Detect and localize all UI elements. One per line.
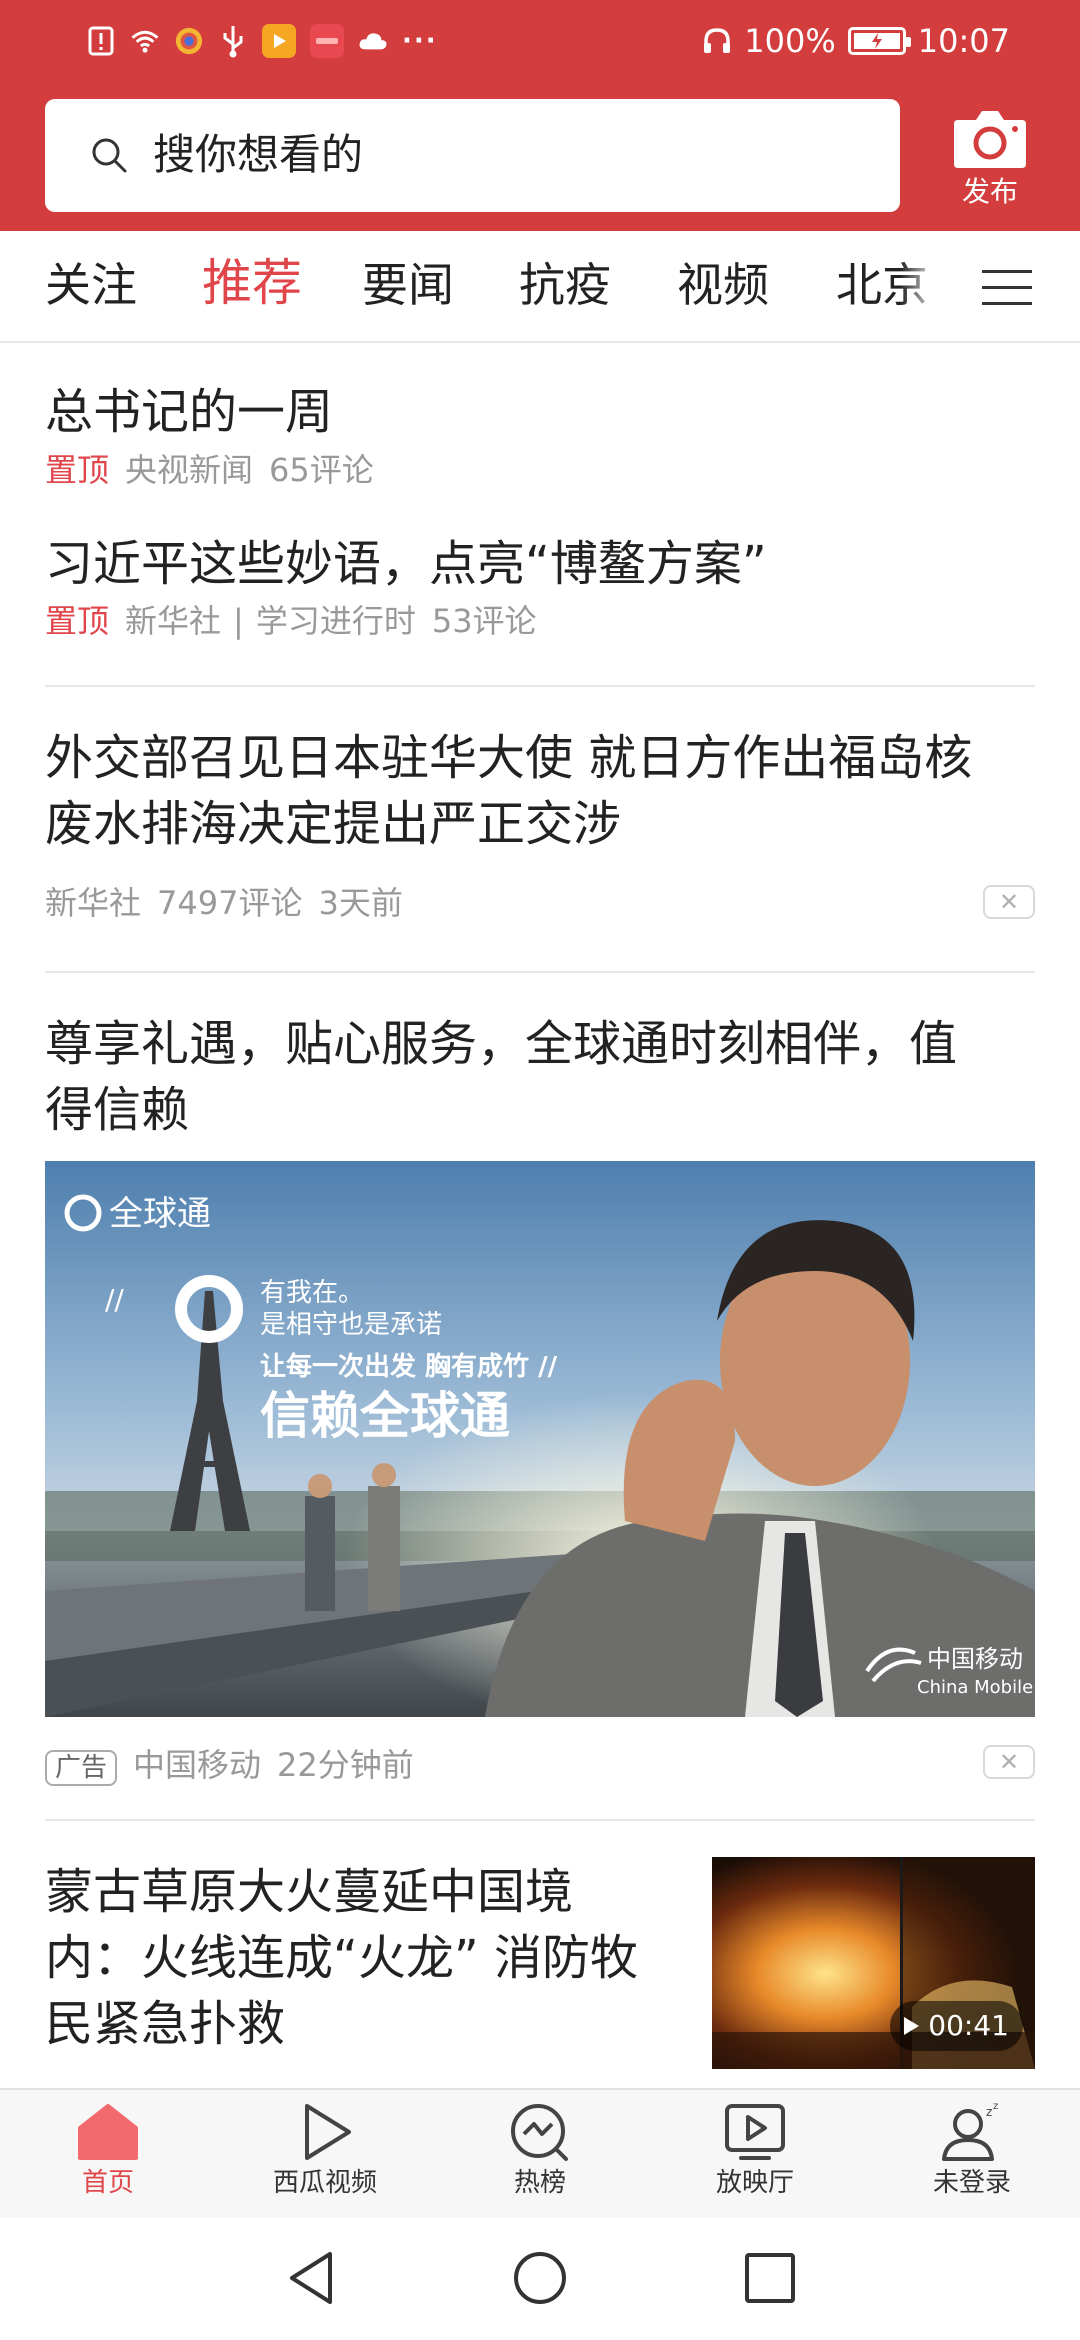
trending-icon: [511, 2104, 568, 2161]
dislike-button[interactable]: ✕: [983, 1745, 1035, 1779]
ad-brand: 全球通: [109, 1194, 211, 1234]
article-time: 3天前: [318, 884, 403, 922]
article-title-line[interactable]: 废水排海决定提出严正交涉: [45, 791, 621, 857]
china-mobile-logo-cn: 中国移动: [927, 1645, 1023, 1673]
comment-count: 53评论: [431, 602, 537, 640]
theater-icon: [725, 2104, 785, 2160]
user-icon: zz: [942, 2102, 998, 2161]
video-thumbnail[interactable]: 00:41: [712, 1857, 1035, 2069]
feed-divider: [45, 685, 1035, 687]
home-circle-icon[interactable]: [510, 2248, 570, 2308]
nav-home[interactable]: 首页: [18, 2102, 198, 2200]
ad-line-3: 让每一次出发 胸有成竹 //: [260, 1351, 558, 1382]
usb-icon: [218, 26, 248, 58]
china-mobile-logo-en: China Mobile: [917, 1677, 1033, 1698]
tab-recommend[interactable]: 推荐: [202, 253, 302, 313]
home-icon: [78, 2104, 138, 2160]
article-title-line[interactable]: 蒙古草原大火蔓延中国境: [45, 1859, 573, 1925]
search-icon: [92, 138, 127, 173]
article-channel: 学习进行时: [255, 602, 416, 640]
meta-separator: |: [233, 602, 244, 640]
ad-line-2: 是相守也是承诺: [260, 1310, 442, 1340]
pinned-meta-2: 置顶 新华社 | 学习进行时 53评论: [45, 599, 537, 643]
camera-app-icon: [174, 26, 204, 56]
ad-title-line[interactable]: 尊享礼遇，贴心服务，全球通时刻相伴，值: [45, 1011, 957, 1077]
nav-label: 首页: [81, 2168, 134, 2198]
comment-count: 65评论: [269, 451, 374, 489]
nav-theater[interactable]: 放映厅: [665, 2102, 845, 2200]
ad-time: 22分钟前: [277, 1746, 414, 1784]
nav-label: 放映厅: [715, 2168, 794, 2198]
status-bar-right: 100% 10:07: [702, 18, 1010, 64]
alert-icon: [86, 26, 116, 56]
nav-label: 热榜: [513, 2168, 566, 2198]
article-source: 新华社: [45, 884, 142, 922]
svg-text:z: z: [986, 2105, 992, 2119]
play-small-icon: [904, 2017, 920, 2035]
article-meta: 新华社 7497评论 3天前: [45, 881, 403, 925]
article-source: 央视新闻: [125, 451, 254, 489]
comment-count: 7497评论: [157, 884, 303, 922]
channel-menu-icon[interactable]: [982, 266, 1032, 310]
tabs-fade: [900, 231, 940, 341]
nav-trending[interactable]: 热榜: [450, 2102, 630, 2200]
feed-divider: [45, 1819, 1035, 1821]
camera-icon: [954, 111, 1026, 168]
nav-label: 西瓜视频: [272, 2168, 377, 2198]
pinned-tag: 置顶: [45, 602, 110, 640]
battery-percent: 100%: [744, 22, 836, 60]
pinned-headline-1[interactable]: 总书记的一周: [45, 379, 333, 445]
wifi-icon: [130, 26, 160, 56]
ad-line-1: 有我在。: [260, 1278, 364, 1308]
search-placeholder: 搜你想看的: [153, 130, 364, 179]
news-feed: 总书记的一周 置顶 央视新闻 65评论 习近平这些妙语，点亮“博鳌方案” 置顶 新华社…: [0, 345, 1080, 2085]
ad-image[interactable]: 全球通 // 有我在。 是相守也是承诺 让每一次出发 胸有成竹 // 信赖全球通…: [45, 1161, 1035, 1717]
cloud-icon: [358, 26, 388, 56]
back-icon[interactable]: [280, 2248, 340, 2308]
tab-headlines[interactable]: 要闻: [362, 255, 454, 315]
ad-title-line[interactable]: 得信赖: [45, 1077, 189, 1143]
dislike-button[interactable]: ✕: [983, 885, 1035, 919]
nav-profile[interactable]: zz 未登录: [882, 2102, 1062, 2200]
search-bar[interactable]: 搜你想看的: [45, 99, 900, 212]
nav-label: 未登录: [932, 2168, 1011, 2198]
channel-tabs: 关注 推荐 要闻 抗疫 视频 北京: [0, 231, 1080, 343]
tab-video[interactable]: 视频: [677, 255, 769, 315]
svg-text:z: z: [993, 2102, 998, 2112]
nav-xigua-video[interactable]: 西瓜视频: [235, 2102, 415, 2200]
publish-button[interactable]: 发布: [950, 106, 1030, 216]
recent-apps-icon[interactable]: [740, 2248, 800, 2308]
system-navigation-bar: [0, 2218, 1080, 2340]
ad-badge: 广告: [45, 1750, 118, 1786]
headphones-icon: [702, 26, 732, 56]
article-title-line[interactable]: 内：火线连成“火龙” 消防牧: [45, 1925, 638, 1991]
feed-divider: [45, 971, 1035, 973]
pinned-tag: 置顶: [45, 451, 110, 489]
article-title-line[interactable]: 民紧急扑救: [45, 1991, 285, 2057]
status-bar-left: ···: [86, 18, 438, 64]
article-title-line[interactable]: 外交部召见日本驻华大使 就日方作出福岛核: [45, 725, 972, 791]
ad-source: 中国移动: [133, 1746, 262, 1784]
video-duration: 00:41: [890, 2001, 1023, 2051]
ad-meta: 广告 中国移动 22分钟前: [45, 1743, 414, 1787]
play-icon: [305, 2104, 351, 2160]
ad-headline: 信赖全球通: [260, 1386, 510, 1445]
article-source: 新华社: [125, 602, 222, 640]
huawei-app-icon: [310, 24, 344, 58]
tab-anti-epidemic[interactable]: 抗疫: [519, 255, 611, 315]
ad-image-art: 全球通 // 有我在。 是相守也是承诺 让每一次出发 胸有成竹 // 信赖全球通…: [45, 1161, 1035, 1717]
pinned-meta-1: 置顶 央视新闻 65评论: [45, 448, 374, 492]
ad-slash: //: [105, 1283, 124, 1316]
battery-icon: [847, 27, 911, 55]
publish-label: 发布: [961, 175, 1018, 208]
status-bar: ··· 100% 10:07: [0, 0, 1080, 82]
duration-text: 00:41: [928, 2009, 1009, 2042]
video-app-icon: [262, 24, 296, 58]
bottom-navigation: 首页 西瓜视频 热榜 放映厅 zz 未登录: [0, 2088, 1080, 2218]
tab-follow[interactable]: 关注: [45, 255, 137, 315]
pinned-headline-2[interactable]: 习近平这些妙语，点亮“博鳌方案”: [45, 531, 767, 597]
clock: 10:07: [917, 22, 1010, 60]
more-notifications-indicator: ···: [402, 26, 438, 56]
